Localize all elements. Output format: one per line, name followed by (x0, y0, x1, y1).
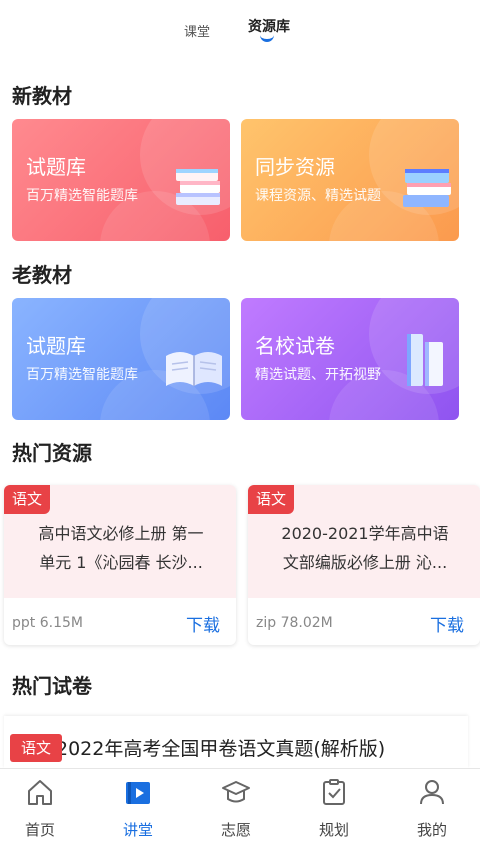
section-title-old-materials: 老教材 (12, 263, 72, 287)
top-tabs: 课堂 资源库 (0, 0, 480, 56)
download-button[interactable]: 下载 (430, 611, 464, 636)
active-tab-indicator (260, 34, 274, 42)
clipboard-check-icon (323, 779, 345, 805)
file-meta: ppt 6.15M (12, 615, 83, 631)
book-stack-icon (176, 169, 220, 205)
paper-title: 2022年高考全国甲卷语文真题(解析版) (56, 738, 386, 760)
bottom-navigation: 首页 讲堂 志愿 规划 我的 (0, 768, 480, 844)
home-icon (28, 780, 52, 805)
subject-badge: 语文 (4, 485, 50, 514)
nav-lecture[interactable]: 讲堂 (90, 769, 186, 844)
nav-home[interactable]: 首页 (0, 769, 88, 844)
standing-books-icon (407, 334, 443, 386)
paper-list-item[interactable]: 2022年高考全国甲卷语文真题(解析版) 语文 (4, 716, 468, 768)
user-icon (420, 780, 444, 805)
tab-classroom[interactable]: 课堂 (184, 21, 210, 40)
book-stack-icon (403, 169, 451, 207)
resource-library-page: 课堂 资源库 新教材 试题库 百万精选智能题库 同步资源 课程资源、精选试题 老… (0, 0, 480, 844)
section-title-hot-papers: 热门试卷 (12, 674, 92, 698)
resource-title: 高中语文必修上册 第一 单元 1《沁园春 长沙... (38, 524, 204, 572)
subject-badge: 语文 (248, 485, 294, 514)
open-book-icon (166, 352, 222, 386)
nav-planning[interactable]: 规划 (286, 769, 382, 844)
card-sync-resources[interactable]: 同步资源 课程资源、精选试题 (241, 119, 459, 241)
subject-badge: 语文 (10, 734, 62, 762)
graduation-cap-icon (222, 781, 250, 803)
card-title: 试题库 (26, 334, 86, 358)
nav-mine[interactable]: 我的 (384, 769, 480, 844)
section-title-new-materials: 新教材 (12, 84, 72, 108)
card-subtitle: 课程资源、精选试题 (255, 188, 381, 204)
card-title: 同步资源 (255, 155, 335, 179)
download-button[interactable]: 下载 (186, 611, 220, 636)
card-subtitle: 百万精选智能题库 (26, 188, 138, 204)
resource-card[interactable]: 语文 2020-2021学年高中语 文部编版必修上册 沁... zip 78.0… (248, 485, 480, 645)
card-title: 名校试卷 (255, 334, 335, 358)
resource-card[interactable]: 语文 高中语文必修上册 第一 单元 1《沁园春 长沙... ppt 6.15M … (4, 485, 236, 645)
card-subtitle: 精选试题、开拓视野 (255, 367, 381, 383)
resource-title: 2020-2021学年高中语 文部编版必修上册 沁... (281, 524, 449, 572)
card-title: 试题库 (26, 155, 86, 179)
file-meta: zip 78.02M (256, 615, 333, 631)
card-new-question-bank[interactable]: 试题库 百万精选智能题库 (12, 119, 230, 241)
card-subtitle: 百万精选智能题库 (26, 367, 138, 383)
nav-volunteer[interactable]: 志愿 (188, 769, 284, 844)
card-famous-school-papers[interactable]: 名校试卷 精选试题、开拓视野 (241, 298, 459, 420)
card-old-question-bank[interactable]: 试题库 百万精选智能题库 (12, 298, 230, 420)
tab-resource-library[interactable]: 资源库 (248, 16, 290, 36)
video-lecture-icon (126, 782, 150, 804)
section-title-hot-resources: 热门资源 (12, 441, 92, 465)
